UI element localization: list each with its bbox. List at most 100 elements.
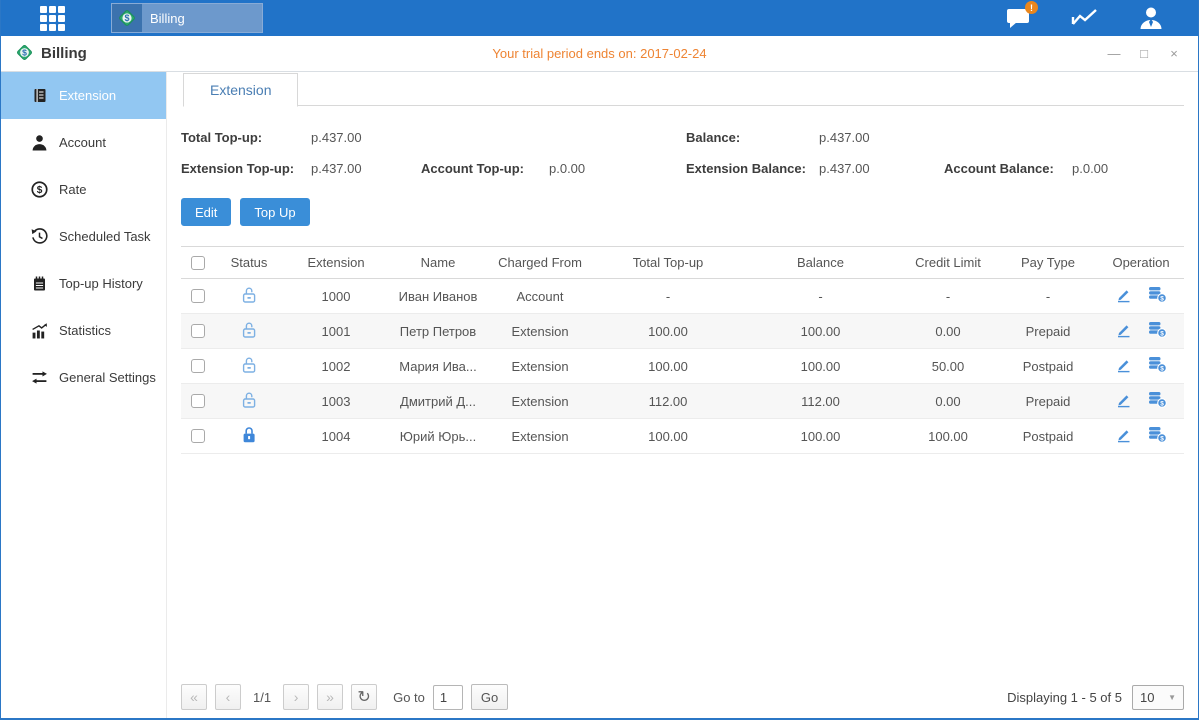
- name-cell: Мария Ива...: [389, 359, 487, 374]
- messages-icon[interactable]: !: [1002, 5, 1036, 31]
- topbar-tab-label: Billing: [142, 11, 185, 26]
- user-account-icon[interactable]: [1134, 5, 1168, 31]
- select-all-checkbox[interactable]: [191, 256, 205, 270]
- charged-from-cell: Extension: [487, 429, 593, 444]
- sidebar-item-rate[interactable]: $ Rate: [1, 166, 166, 213]
- history-clock-icon: [31, 228, 48, 245]
- pay-type-cell: -: [998, 289, 1098, 304]
- tab-extension[interactable]: Extension: [183, 73, 298, 107]
- maximize-icon[interactable]: □: [1136, 46, 1152, 61]
- extension-balance-label: Extension Balance:: [686, 161, 819, 176]
- close-icon[interactable]: ×: [1166, 46, 1182, 61]
- name-cell: Юрий Юрь...: [389, 429, 487, 444]
- sidebar-item-account[interactable]: Account: [1, 119, 166, 166]
- row-checkbox[interactable]: [191, 289, 205, 303]
- sidebar-item-extension[interactable]: Extension: [1, 72, 166, 119]
- charged-from-cell: Extension: [487, 359, 593, 374]
- row-checkbox[interactable]: [191, 429, 205, 443]
- trial-notice: Your trial period ends on: 2017-02-24: [492, 46, 706, 61]
- tab-strip: Extension: [183, 72, 1184, 106]
- arrows-exchange-icon: [31, 369, 48, 386]
- top-up-coins-icon[interactable]: $: [1148, 426, 1167, 446]
- next-page-button[interactable]: ›: [283, 684, 309, 710]
- page-size-select[interactable]: 10 ▼: [1132, 685, 1184, 710]
- top-up-coins-icon[interactable]: $: [1148, 321, 1167, 341]
- edit-pencil-icon[interactable]: [1115, 322, 1132, 341]
- pay-type-cell: Postpaid: [998, 359, 1098, 374]
- top-up-coins-icon[interactable]: $: [1148, 391, 1167, 411]
- col-charged-from: Charged From: [487, 255, 593, 270]
- sidebar-item-label: Top-up History: [59, 276, 143, 291]
- sidebar-item-scheduled-task[interactable]: Scheduled Task: [1, 213, 166, 260]
- goto-page-input[interactable]: [433, 685, 463, 710]
- edit-button[interactable]: Edit: [181, 198, 231, 226]
- balance-summary: Total Top-up: p.437.00 Extension Top-up:…: [181, 122, 1184, 184]
- top-up-button[interactable]: Top Up: [240, 198, 309, 226]
- last-page-button[interactable]: »: [317, 684, 343, 710]
- sidebar-item-statistics[interactable]: Statistics: [1, 307, 166, 354]
- extension-cell: 1004: [283, 429, 389, 444]
- row-checkbox[interactable]: [191, 394, 205, 408]
- minimize-icon[interactable]: —: [1106, 46, 1122, 61]
- charged-from-cell: Extension: [487, 324, 593, 339]
- sidebar-item-general-settings[interactable]: General Settings: [1, 354, 166, 401]
- sidebar-item-label: General Settings: [59, 370, 156, 385]
- col-extension: Extension: [283, 255, 389, 270]
- col-name: Name: [389, 255, 487, 270]
- refresh-icon[interactable]: ↻: [351, 684, 377, 710]
- sidebar-item-topup-history[interactable]: Top-up History: [1, 260, 166, 307]
- svg-text:$: $: [1160, 295, 1164, 302]
- topbar-tab-billing[interactable]: $ Billing: [111, 3, 263, 33]
- svg-text:$: $: [1160, 400, 1164, 407]
- lock-closed-icon: [241, 432, 257, 447]
- status-cell: [215, 426, 283, 447]
- edit-pencil-icon[interactable]: [1115, 427, 1132, 446]
- table-header: Status Extension Name Charged From Total…: [181, 246, 1184, 279]
- edit-pencil-icon[interactable]: [1115, 392, 1132, 411]
- page-size-value: 10: [1140, 690, 1154, 705]
- billing-diamond-icon: $: [112, 4, 142, 32]
- topbar: $ Billing !: [1, 0, 1198, 36]
- table-row[interactable]: 1000 Иван Иванов Account - - - - $: [181, 279, 1184, 314]
- credit-limit-cell: 50.00: [898, 359, 998, 374]
- ledger-icon: [31, 87, 48, 104]
- status-cell: [215, 391, 283, 412]
- credit-limit-cell: 0.00: [898, 324, 998, 339]
- account-topup-value: p.0.00: [549, 161, 585, 176]
- status-cell: [215, 356, 283, 377]
- sidebar-item-label: Account: [59, 135, 106, 150]
- go-button[interactable]: Go: [471, 684, 508, 710]
- extension-table: Status Extension Name Charged From Total…: [181, 246, 1184, 454]
- operation-cell: $: [1098, 356, 1184, 376]
- page-title: Billing: [41, 45, 87, 62]
- table-row[interactable]: 1003 Дмитрий Д... Extension 112.00 112.0…: [181, 384, 1184, 419]
- table-row[interactable]: 1004 Юрий Юрь... Extension 100.00 100.00…: [181, 419, 1184, 454]
- pay-type-cell: Prepaid: [998, 324, 1098, 339]
- table-row[interactable]: 1001 Петр Петров Extension 100.00 100.00…: [181, 314, 1184, 349]
- total-topup-label: Total Top-up:: [181, 130, 311, 145]
- table-row[interactable]: 1002 Мария Ива... Extension 100.00 100.0…: [181, 349, 1184, 384]
- row-checkbox[interactable]: [191, 359, 205, 373]
- sidebar-item-label: Extension: [59, 88, 116, 103]
- top-up-coins-icon[interactable]: $: [1148, 286, 1167, 306]
- prev-page-button[interactable]: ‹: [215, 684, 241, 710]
- balance-value: p.437.00: [819, 130, 870, 145]
- top-up-coins-icon[interactable]: $: [1148, 356, 1167, 376]
- col-pay-type: Pay Type: [998, 255, 1098, 270]
- row-checkbox[interactable]: [191, 324, 205, 338]
- extension-topup-label: Extension Top-up:: [181, 161, 311, 176]
- action-buttons: Edit Top Up: [181, 198, 1184, 226]
- reports-chart-icon[interactable]: [1068, 5, 1102, 31]
- sidebar-item-label: Scheduled Task: [59, 229, 151, 244]
- first-page-button[interactable]: «: [181, 684, 207, 710]
- balance-cell: 100.00: [743, 324, 898, 339]
- lock-open-icon: [241, 362, 257, 377]
- sidebar: Extension Account $ Rate: [1, 72, 167, 718]
- app-grid-icon[interactable]: [35, 5, 69, 31]
- edit-pencil-icon[interactable]: [1115, 287, 1132, 306]
- edit-pencil-icon[interactable]: [1115, 357, 1132, 376]
- credit-limit-cell: 100.00: [898, 429, 998, 444]
- svg-text:$: $: [1160, 365, 1164, 372]
- goto-label: Go to: [393, 690, 425, 705]
- total-topup-value: p.437.00: [311, 130, 362, 145]
